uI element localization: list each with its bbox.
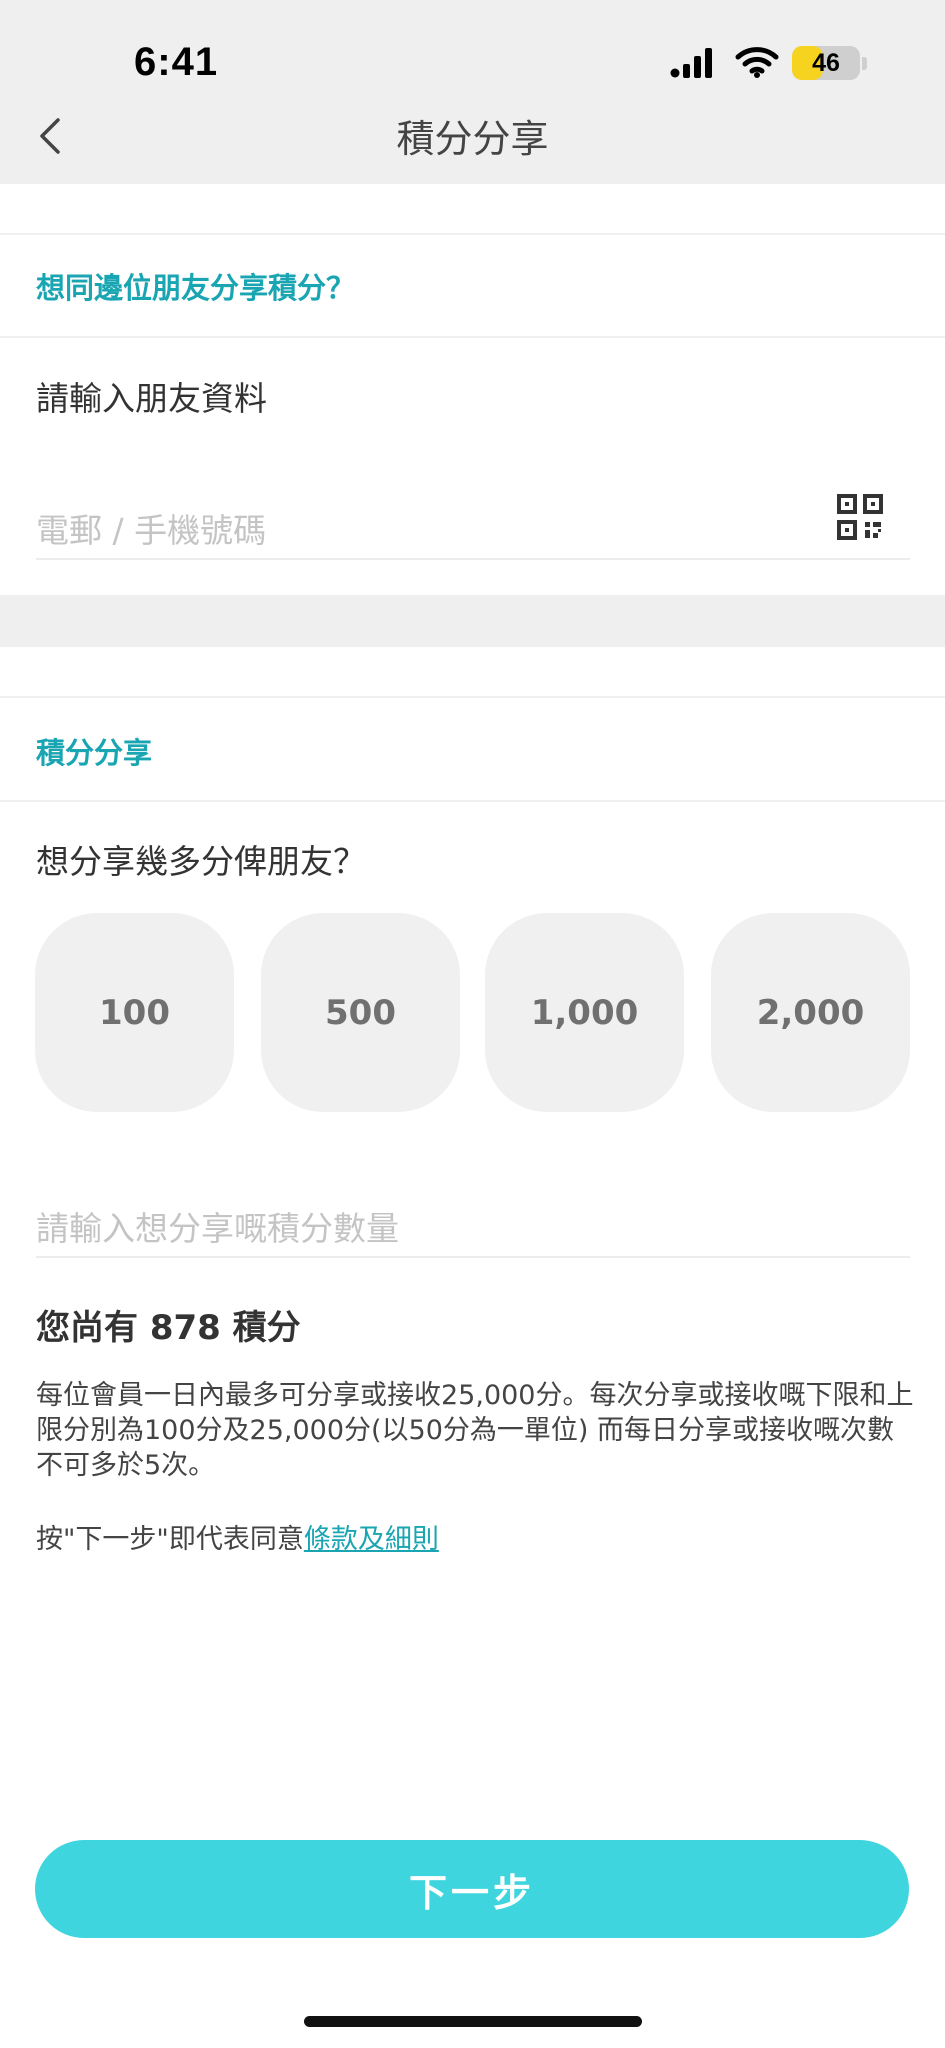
balance-prefix: 您尚有 xyxy=(36,1308,150,1348)
amount-input[interactable] xyxy=(36,1203,910,1253)
balance-suffix: 積分 xyxy=(220,1308,301,1348)
next-button[interactable]: 下一步 xyxy=(35,1840,909,1938)
terms-link[interactable]: 條款及細則 xyxy=(304,1524,439,1555)
input-underline xyxy=(36,1256,910,1258)
balance-points: 878 xyxy=(149,1308,221,1348)
header: 6:41 46 積分分享 xyxy=(0,0,945,184)
divider xyxy=(0,233,945,235)
wifi-icon xyxy=(735,47,779,78)
section-separator xyxy=(0,595,945,647)
friend-section-title: 想同邊位朋友分享積分？ xyxy=(36,271,356,305)
share-amount-label: 想分享幾多分俾朋友？ xyxy=(36,842,366,881)
amount-option-100[interactable]: 100 xyxy=(35,913,234,1112)
battery-indicator: 46 xyxy=(792,46,860,80)
page-title: 積分分享 xyxy=(396,117,549,161)
divider xyxy=(0,336,945,338)
status-time: 6:41 xyxy=(134,40,219,84)
points-balance: 您尚有 878 積分 xyxy=(36,1300,301,1349)
contact-input[interactable] xyxy=(36,505,816,555)
amount-option-2000[interactable]: 2,000 xyxy=(711,913,910,1112)
divider xyxy=(0,800,945,802)
sharing-rules: 每位會員一日內最多可分享或接收25,000分。每次分享或接收嘅下限和上限分別為1… xyxy=(36,1380,914,1481)
terms-agreement: 按"下一步"即代表同意條款及細則 xyxy=(36,1517,439,1556)
divider xyxy=(0,696,945,698)
share-section-title: 積分分享 xyxy=(36,736,153,770)
battery-cap xyxy=(862,57,867,70)
cellular-signal-icon xyxy=(670,48,712,78)
input-underline xyxy=(36,558,910,560)
battery-level: 46 xyxy=(812,48,840,77)
home-indicator xyxy=(304,2016,642,2027)
friend-info-label: 請輸入朋友資料 xyxy=(36,379,267,418)
agreement-text: 按"下一步"即代表同意 xyxy=(36,1524,304,1555)
qr-code-icon[interactable] xyxy=(836,493,884,541)
amount-option-1000[interactable]: 1,000 xyxy=(485,913,684,1112)
amount-option-500[interactable]: 500 xyxy=(261,913,460,1112)
